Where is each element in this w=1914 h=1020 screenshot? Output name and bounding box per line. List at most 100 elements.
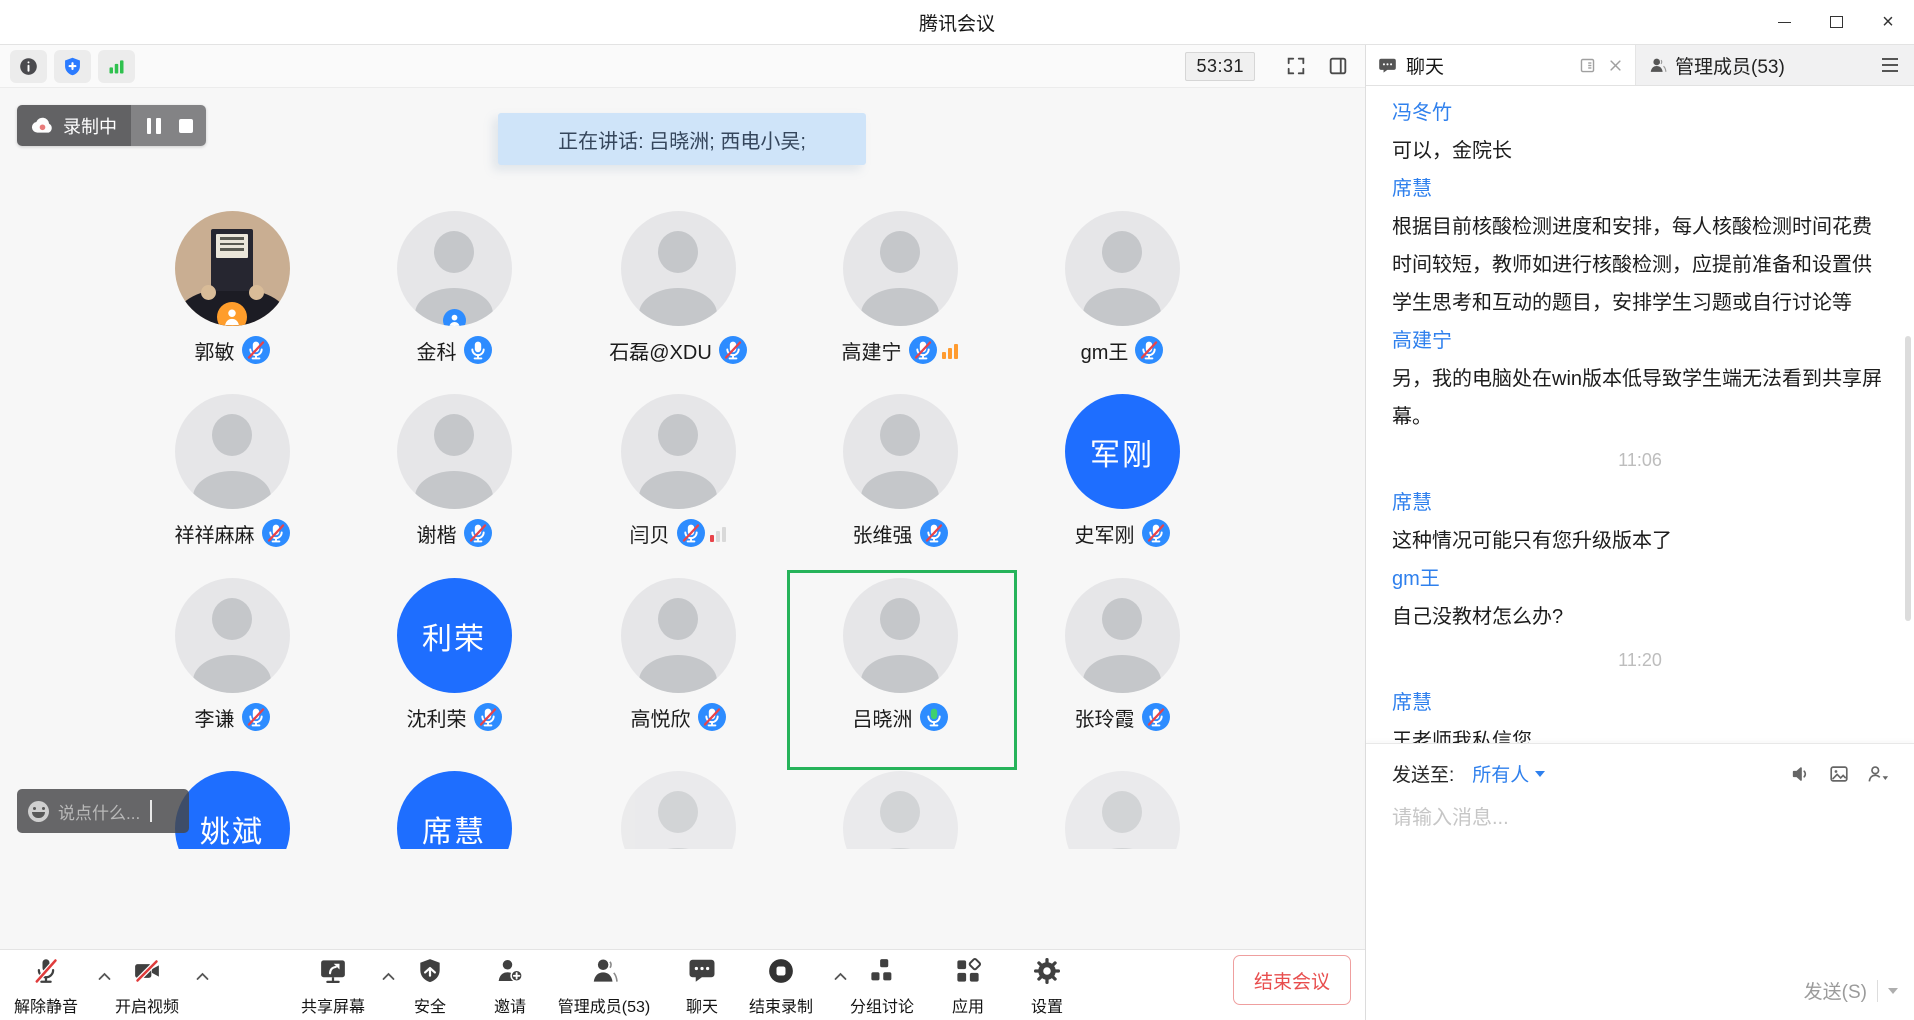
- toolbar-settings-button[interactable]: 设置: [1031, 956, 1063, 1017]
- chevron-up-icon[interactable]: [382, 968, 395, 986]
- toolbar-label: 安全: [414, 993, 446, 1017]
- avatar: [843, 771, 958, 849]
- participant-tile[interactable]: 金科: [343, 211, 565, 365]
- participant-tile[interactable]: 吕晓洲: [789, 578, 1011, 732]
- minimize-button[interactable]: [1758, 0, 1810, 44]
- message-input[interactable]: 请输入消息...: [1366, 787, 1914, 844]
- sound-icon[interactable]: [1790, 763, 1812, 785]
- send-to-selector[interactable]: 所有人: [1472, 760, 1545, 787]
- send-to-label: 发送至:: [1392, 760, 1454, 787]
- mic-muted-icon: [909, 336, 937, 364]
- meeting-info-icon[interactable]: [10, 50, 47, 83]
- mic-muted-icon: [698, 703, 726, 731]
- toolbar-mic-off-button[interactable]: 解除静音: [14, 956, 78, 1017]
- chat-sender-name[interactable]: 冯冬竹: [1392, 94, 1888, 132]
- toolbar-label: 共享屏幕: [301, 993, 365, 1017]
- stop-recording-button[interactable]: [179, 119, 193, 133]
- chevron-up-icon[interactable]: [98, 968, 111, 986]
- toolbar-share-screen-button[interactable]: 共享屏幕: [301, 956, 365, 1017]
- chat-scrollbar[interactable]: [1905, 336, 1911, 621]
- chat-sender-name[interactable]: 席慧: [1392, 484, 1888, 522]
- meeting-timer: 53:31: [1185, 52, 1255, 81]
- participant-tile[interactable]: 军刚史军刚: [1011, 394, 1233, 548]
- layout-panel-icon[interactable]: [1321, 50, 1355, 83]
- bottom-toolbar: 结束会议 解除静音 开启视频 共享屏幕 安全: [0, 949, 1365, 1020]
- participant-tile[interactable]: 高悦欣: [567, 578, 789, 732]
- chat-message-text: 可以，金院长: [1392, 132, 1888, 170]
- toolbar-members-button[interactable]: 管理成员(53): [558, 956, 650, 1017]
- chat-sender-name[interactable]: gm王: [1392, 560, 1888, 598]
- send-button[interactable]: 发送(S): [1804, 977, 1867, 1004]
- window-titlebar: 腾讯会议 ×: [0, 0, 1914, 45]
- mic-muted-icon: [1135, 336, 1163, 364]
- person-select-icon[interactable]: [1866, 763, 1890, 785]
- members-icon: [589, 956, 619, 991]
- close-button[interactable]: ×: [1862, 0, 1914, 44]
- participant-tile[interactable]: 席慧: [343, 771, 565, 849]
- participant-tile[interactable]: 张玲霞: [1011, 578, 1233, 732]
- avatar-initials: 席慧: [397, 771, 512, 849]
- participant-name: 郭敏: [195, 336, 235, 365]
- avatar-initials: 利荣: [397, 578, 512, 693]
- tab-chat[interactable]: 聊天: [1366, 45, 1636, 85]
- participant-tile[interactable]: 郭敏: [121, 211, 343, 365]
- mic-muted-icon: [262, 519, 290, 547]
- chat-icon: [687, 956, 717, 991]
- emoji-icon[interactable]: [28, 801, 49, 822]
- toolbar-breakout-button[interactable]: 分组讨论: [850, 956, 914, 1017]
- toolbar-camera-off-button[interactable]: 开启视频: [115, 956, 179, 1017]
- chevron-up-icon[interactable]: [834, 968, 847, 986]
- participant-tile[interactable]: 谢楷: [343, 394, 565, 548]
- chevron-down-icon: [1535, 771, 1545, 777]
- participant-tile[interactable]: 祥祥麻麻: [121, 394, 343, 548]
- participant-tile[interactable]: 高建宁: [789, 211, 1011, 365]
- image-icon[interactable]: [1828, 763, 1850, 785]
- tab-chat-label: 聊天: [1406, 52, 1444, 79]
- network-quality-icon: [942, 341, 959, 359]
- participant-tile[interactable]: 张维强: [789, 394, 1011, 548]
- participant-name: 沈利荣: [407, 703, 467, 732]
- tab-members[interactable]: 管理成员(53): [1636, 45, 1866, 85]
- chat-timestamp: 11:20: [1392, 641, 1888, 679]
- chevron-up-icon[interactable]: [196, 968, 209, 986]
- chat-sender-name[interactable]: 席慧: [1392, 684, 1888, 722]
- security-icon: [416, 956, 444, 991]
- quick-chat-input[interactable]: 说点什么...: [17, 789, 189, 833]
- participant-tile[interactable]: 利荣沈利荣: [343, 578, 565, 732]
- mic-muted-icon: [1142, 519, 1170, 547]
- maximize-button[interactable]: [1810, 0, 1862, 44]
- toolbar-invite-button[interactable]: 邀请: [494, 956, 526, 1017]
- recording-indicator[interactable]: 录制中: [17, 105, 206, 146]
- toolbar-stop-record-button[interactable]: 结束录制: [749, 956, 813, 1017]
- participant-name: 高悦欣: [631, 703, 691, 732]
- toolbar-label: 应用: [952, 993, 984, 1017]
- chat-sender-name[interactable]: 高建宁: [1392, 322, 1888, 360]
- participant-tile[interactable]: [789, 771, 1011, 849]
- participant-tile[interactable]: gm王: [1011, 211, 1233, 365]
- security-shield-icon[interactable]: [54, 50, 91, 83]
- end-meeting-button[interactable]: 结束会议: [1233, 955, 1351, 1005]
- fullscreen-icon[interactable]: [1279, 50, 1313, 83]
- popout-icon[interactable]: [1579, 57, 1596, 74]
- participant-tile[interactable]: 闫贝: [567, 394, 789, 548]
- toolbar-apps-button[interactable]: 应用: [952, 956, 984, 1017]
- avatar: [175, 394, 290, 509]
- chat-message-text: 根据目前核酸检测进度和安排，每人核酸检测时间花费时间较短，教师如进行核酸检测，应…: [1392, 208, 1888, 322]
- participant-tile[interactable]: [1011, 771, 1233, 849]
- send-options-icon[interactable]: [1888, 988, 1898, 994]
- network-signal-icon[interactable]: [98, 50, 135, 83]
- participant-tile[interactable]: 李谦: [121, 578, 343, 732]
- cloud-record-icon: [31, 117, 54, 134]
- chat-sender-name[interactable]: 席慧: [1392, 170, 1888, 208]
- toolbar-security-button[interactable]: 安全: [414, 956, 446, 1017]
- participant-tile[interactable]: [567, 771, 789, 849]
- pause-recording-button[interactable]: [144, 118, 163, 134]
- participant-tile[interactable]: 石磊@XDU: [567, 211, 789, 365]
- toolbar-label: 分组讨论: [850, 993, 914, 1017]
- menu-icon[interactable]: [1866, 45, 1914, 85]
- breakout-icon: [867, 956, 897, 991]
- toolbar-chat-button[interactable]: 聊天: [686, 956, 718, 1017]
- chat-message-text: 自己没教材怎么办?: [1392, 598, 1888, 636]
- participant-name: 张维强: [853, 519, 913, 548]
- close-panel-icon[interactable]: [1608, 58, 1623, 73]
